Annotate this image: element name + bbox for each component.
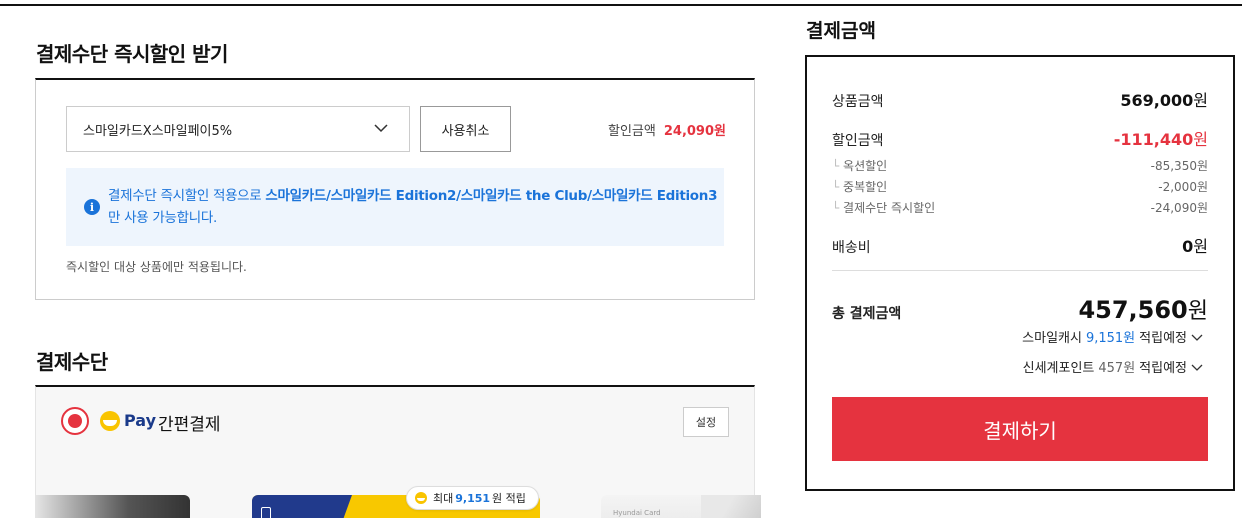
currency-unit: 원 [1187,299,1208,324]
discount-amount-value: 24,090원 [663,124,726,139]
breakdown-value: -85,350원 [1150,159,1208,173]
product-amount-row: 상품금액 569,000원 [832,87,1208,111]
shipping-label: 배송비 [832,240,871,256]
badge-suffix: 원 적립 [492,492,526,505]
reward-value: 457원 [1098,361,1136,376]
info-suffix: 만 사용 가능합니다. [108,210,217,226]
discount-info-text: 결제수단 즉시할인 적용으로 스마일카드/스마일카드 Edition2/스마일카… [108,185,718,229]
breakdown-value: -24,090원 [1150,201,1208,215]
card-carousel-next-card[interactable]: Hyundai Card [601,495,761,518]
card-discount-select-value: 스마일카드X스마일페이5% [83,123,233,139]
discount-section-title: 결제수단 즉시할인 받기 [36,42,228,66]
reward-label: 신세계포인트 [1022,361,1095,376]
easy-pay-radio[interactable] [61,407,89,435]
breakdown-label: 결제수단 즉시할인 [832,199,935,216]
discount-breakdown-item: 중복할인 -2,000원 [832,178,1208,195]
info-prefix: 결제수단 즉시할인 적용으로 [108,188,266,204]
currency-unit: 원 [1193,237,1208,256]
total-amount-label: 총 결제금액 [832,306,902,322]
discount-total-row: 할인금액 -111,440원 [832,126,1208,150]
reward-label: 스마일캐시 [1022,331,1082,346]
smile-cash-reward-toggle[interactable]: 스마일캐시 9,151원 적립예정 [1022,327,1203,346]
max-reward-badge: 최대 9,151 원 적립 [406,486,539,510]
discount-breakdown-item: 결제수단 즉시할인 -24,090원 [832,199,1208,216]
pay-logo-text: Pay [124,411,157,430]
card-decoration [701,495,761,518]
product-amount-value: 569,000원 [1120,87,1208,111]
info-icon: i [84,199,100,215]
chevron-down-icon [374,124,388,133]
chevron-down-icon [1191,334,1203,341]
card-chip-icon [261,507,271,518]
total-amount-value: 457,560원 [1078,293,1208,325]
discount-total-value: -111,440원 [1114,126,1208,150]
discount-total-label: 할인금액 [832,133,884,149]
breakdown-value: -2,000원 [1158,180,1208,194]
reward-status: 적립예정 [1139,331,1187,346]
discount-panel: 스마일카드X스마일페이5% 사용취소 할인금액 24,090원 i 결제수단 즉시… [35,78,755,300]
discount-info-box: i 결제수단 즉시할인 적용으로 스마일카드/스마일카드 Edition2/스마… [66,168,724,246]
currency-unit: 원 [1193,91,1208,110]
total-amount-number: 457,560 [1078,296,1188,324]
easy-pay-label: 간편결제 [158,415,221,435]
payment-summary-panel: 상품금액 569,000원 할인금액 -111,440원 옥션할인 -85,35… [805,55,1235,491]
shipping-number: 0 [1182,237,1194,256]
discount-amount: 할인금액 24,090원 [608,120,726,139]
product-amount-number: 569,000 [1120,91,1194,110]
reward-value: 9,151원 [1085,331,1136,346]
smile-coin-icon [415,492,427,504]
payment-method-title: 결제수단 [36,350,108,374]
top-divider [0,4,1242,6]
card-brand-label: Hyundai Card [613,509,661,517]
reward-status: 적립예정 [1139,361,1187,376]
summary-divider [832,270,1208,271]
breakdown-label: 옥션할인 [832,157,887,174]
badge-value: 9,151 [455,491,491,505]
currency-unit: 원 [1193,130,1208,149]
breakdown-label: 중복할인 [832,178,887,195]
easy-pay-setting-button[interactable]: 설정 [683,407,729,437]
chevron-down-icon [1191,364,1203,371]
badge-prefix: 최대 [433,492,454,505]
discount-breakdown-item: 옥션할인 -85,350원 [832,157,1208,174]
info-eligible-cards: 스마일카드/스마일카드 Edition2/스마일카드 the Club/스마일카… [265,188,718,204]
shipping-row: 배송비 0원 [832,233,1208,257]
shipping-value: 0원 [1182,233,1208,257]
easy-pay-panel: Pay 간편결제 설정 Hyundai Card 최대 9,151 원 적립 [35,385,761,518]
payment-summary-title: 결제금액 [806,20,876,42]
discount-note: 즉시할인 대상 상품에만 적용됩니다. [66,260,247,274]
shinsegae-point-reward-toggle[interactable]: 신세계포인트 457원 적립예정 [1023,357,1203,376]
pay-now-button[interactable]: 결제하기 [832,397,1208,461]
cancel-discount-button[interactable]: 사용취소 [420,106,511,152]
discount-amount-label: 할인금액 [608,124,656,139]
card-carousel-prev-card[interactable] [36,495,190,518]
total-amount-row: 총 결제금액 457,560원 [832,293,1208,325]
discount-total-number: -111,440 [1113,130,1194,149]
card-discount-select[interactable]: 스마일카드X스마일페이5% [66,106,410,152]
product-amount-label: 상품금액 [832,94,884,110]
smile-pay-logo-icon [100,411,120,431]
